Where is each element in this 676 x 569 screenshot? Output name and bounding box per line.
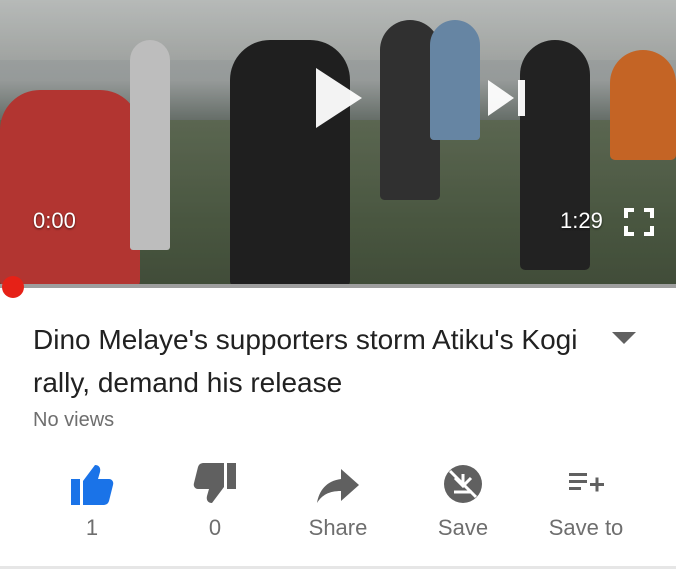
skip-next-icon[interactable] xyxy=(486,78,528,118)
progress-bar[interactable] xyxy=(0,284,676,288)
save-to-label: Save to xyxy=(548,515,624,540)
save-label: Save xyxy=(437,515,489,540)
video-title: Dino Melaye's supporters storm Atiku's K… xyxy=(33,324,578,398)
play-icon[interactable] xyxy=(314,66,364,130)
share-button[interactable]: Share xyxy=(283,455,393,555)
view-count: No views xyxy=(33,409,115,431)
save-to-playlist-button[interactable]: Save to xyxy=(531,455,641,555)
playlist-add-icon xyxy=(569,473,604,492)
video-player[interactable]: 0:00 1:29 xyxy=(0,0,676,287)
share-icon xyxy=(317,469,359,503)
dislike-button[interactable]: 0 xyxy=(160,455,270,555)
total-duration: 1:29 xyxy=(560,208,603,233)
like-count: 1 xyxy=(85,515,99,540)
fullscreen-icon[interactable] xyxy=(624,208,654,236)
like-button[interactable]: 1 xyxy=(37,455,147,555)
thumbs-down-icon xyxy=(193,463,236,503)
video-overlay xyxy=(0,0,676,287)
save-button[interactable]: Save xyxy=(408,455,518,555)
share-label: Share xyxy=(308,515,368,540)
chevron-down-icon[interactable] xyxy=(610,330,638,346)
current-time: 0:00 xyxy=(33,208,76,233)
action-bar: 1 0 Share Save Save to xyxy=(0,455,676,555)
thumbs-up-icon xyxy=(71,465,114,505)
dislike-count: 0 xyxy=(208,515,222,540)
save-offline-icon xyxy=(444,465,482,503)
progress-scrubber[interactable] xyxy=(2,276,24,298)
